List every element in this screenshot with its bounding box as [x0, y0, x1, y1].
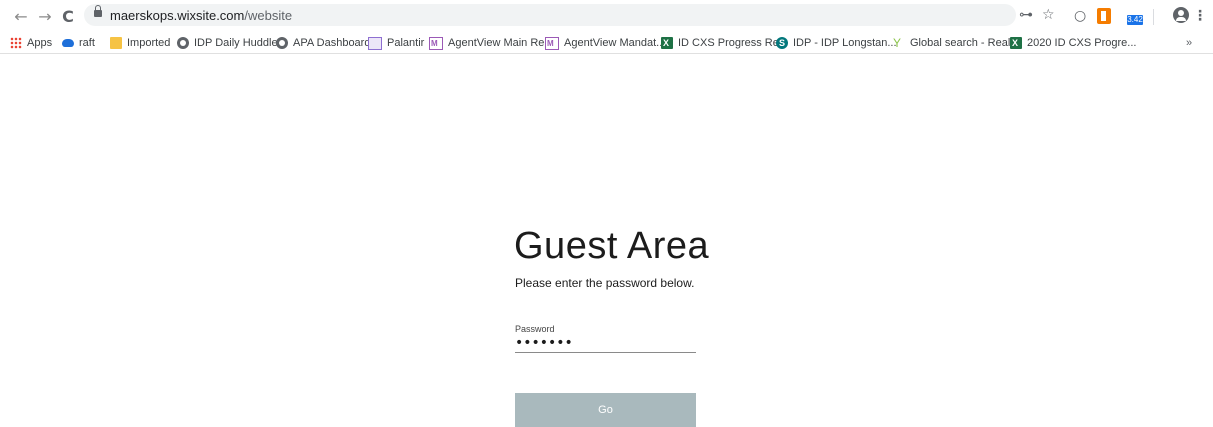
bookmark-idp-daily-huddle[interactable]: IDP Daily Huddle — [177, 35, 278, 51]
back-arrow-icon[interactable]: ← — [12, 8, 30, 26]
y-logo-icon: Y — [893, 36, 902, 50]
bookmark-apa-dashboard[interactable]: APA Dashboard — [276, 35, 370, 51]
star-icon[interactable]: ☆ — [1042, 6, 1055, 24]
url-path: /website — [244, 8, 293, 23]
bookmark-label: raft — [79, 37, 95, 49]
apps-grid-icon — [10, 37, 22, 49]
key-icon[interactable]: ⊶ — [1019, 6, 1033, 24]
bookmark-label: Palantir — [387, 37, 425, 49]
bookmark-global-search[interactable]: Y Global search - Real... — [893, 35, 1019, 51]
bookmark-raft[interactable]: raft — [62, 35, 95, 51]
bookmark-id-cxs-progress[interactable]: ID CXS Progress Re... — [661, 35, 788, 51]
blue-extension-icon[interactable]: 3.42 — [1123, 6, 1145, 26]
toolbar-divider — [1153, 9, 1154, 25]
folder-icon — [110, 37, 122, 49]
globe-icon — [276, 37, 288, 49]
bookmark-label: IDP - IDP Longstan... — [793, 37, 897, 49]
bookmarks-bar: Apps raft Imported IDP Daily Huddle APA … — [0, 33, 1213, 54]
document-icon — [368, 36, 382, 50]
doc-m-icon — [545, 36, 559, 52]
address-bar[interactable]: maerskops.wixsite.com/website ⊶ ☆ — [84, 4, 1055, 26]
page-title: Guest Area — [514, 225, 710, 267]
bookmark-label: Apps — [27, 37, 53, 49]
url-text[interactable]: maerskops.wixsite.com/website — [110, 8, 292, 23]
bookmark-label: IDP Daily Huddle — [194, 37, 278, 49]
password-input[interactable]: ••••••• — [515, 336, 573, 350]
bookmark-label: Imported — [127, 37, 171, 49]
password-underline — [515, 352, 696, 353]
bookmark-label: Global search - Real... — [910, 37, 1020, 49]
menu-kebab-icon[interactable]: ⋮ — [1193, 7, 1207, 25]
bookmarks-overflow-icon[interactable]: » — [1186, 35, 1192, 51]
url-host: maerskops.wixsite.com — [110, 8, 245, 23]
bookmark-agentview-mandat[interactable]: AgentView Mandat... — [545, 35, 666, 52]
globe-icon — [177, 37, 189, 49]
extension-badge: 3.42 — [1127, 15, 1143, 25]
bookmark-apps[interactable]: Apps — [10, 35, 52, 51]
bookmark-palantir[interactable]: Palantir — [368, 35, 424, 51]
bookmark-agentview-main[interactable]: AgentView Main Re... — [429, 35, 554, 52]
profile-icon[interactable] — [1173, 7, 1189, 23]
page-subtitle: Please enter the password below. — [515, 276, 695, 290]
forward-arrow-icon[interactable]: → — [36, 8, 54, 26]
password-label: Password — [515, 324, 555, 334]
reload-icon[interactable]: C — [59, 8, 77, 26]
doc-m-icon — [429, 36, 443, 52]
browser-toolbar: ← → C maerskops.wixsite.com/website ⊶ ☆ … — [0, 0, 1213, 33]
excel-icon — [1010, 35, 1022, 51]
bookmark-label: AgentView Mandat... — [564, 37, 666, 49]
circle-extension-icon[interactable]: ○ — [1074, 7, 1086, 25]
cloud-icon — [62, 39, 74, 47]
bookmark-label: ID CXS Progress Re... — [678, 37, 789, 49]
bookmark-label: AgentView Main Re... — [448, 37, 554, 49]
bookmark-label: APA Dashboard — [293, 37, 371, 49]
bookmark-2020-id-cxs[interactable]: 2020 ID CXS Progre... — [1010, 35, 1136, 51]
bookmark-label: 2020 ID CXS Progre... — [1027, 37, 1137, 49]
sharepoint-icon — [776, 35, 788, 51]
go-button[interactable]: Go — [515, 393, 696, 427]
lock-icon[interactable] — [94, 5, 102, 17]
bookmark-idp-longstan[interactable]: IDP - IDP Longstan... — [776, 35, 897, 51]
orange-extension-icon[interactable] — [1097, 8, 1111, 24]
bookmark-imported[interactable]: Imported — [110, 35, 170, 51]
excel-icon — [661, 35, 673, 51]
